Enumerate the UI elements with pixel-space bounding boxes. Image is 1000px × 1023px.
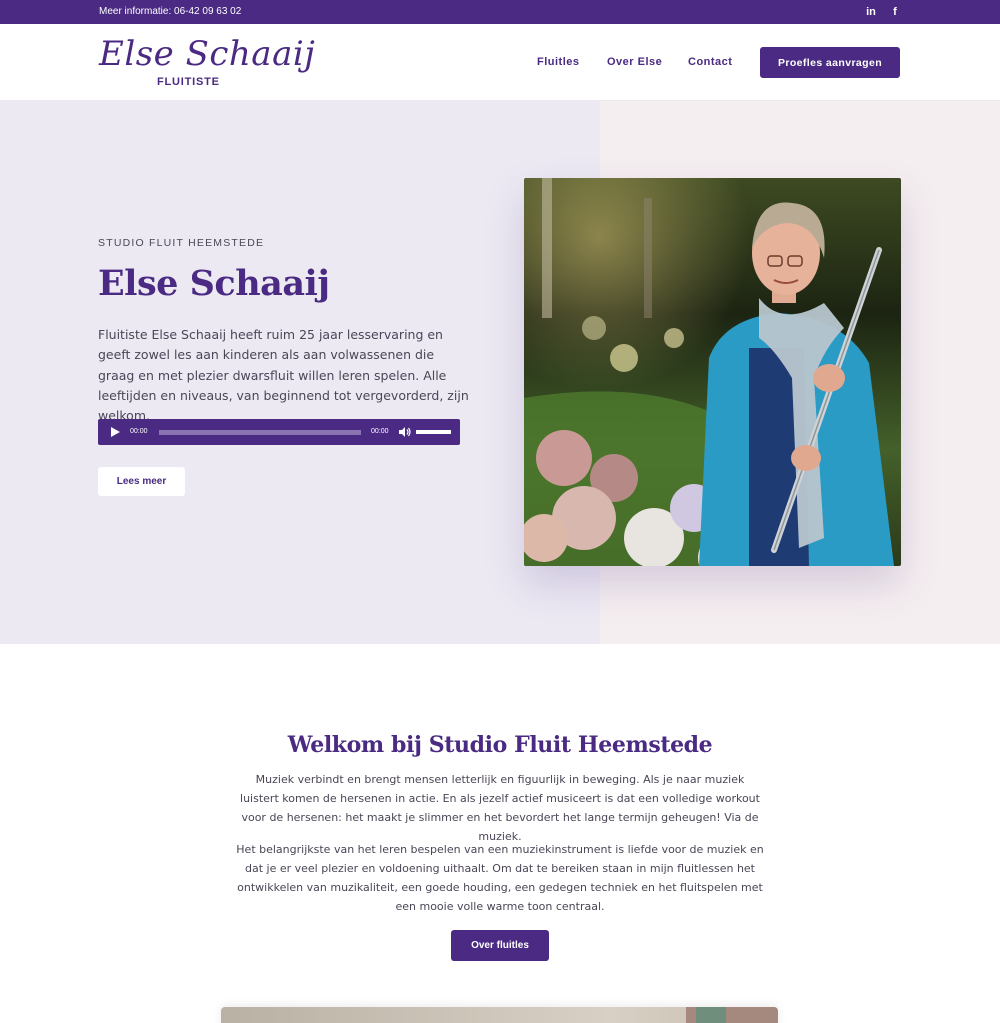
hero-eyebrow: STUDIO FLUIT HEEMSTEDE bbox=[98, 237, 265, 249]
play-icon[interactable] bbox=[111, 427, 120, 437]
portrait-image bbox=[524, 178, 901, 566]
portrait-photo bbox=[524, 178, 901, 566]
contact-info-text: Meer informatie: 06-42 09 63 02 bbox=[99, 6, 242, 17]
audio-duration: 00:00 bbox=[371, 428, 389, 435]
proefles-button[interactable]: Proefles aanvragen bbox=[760, 47, 900, 78]
welcome-paragraph-1: Muziek verbindt en brengt mensen letterl… bbox=[240, 773, 760, 843]
over-fluitles-button[interactable]: Over fluitles bbox=[451, 930, 549, 961]
top-info-bar: Meer informatie: 06-42 09 63 02 in f bbox=[0, 0, 1000, 24]
logo-subtitle: FLUITISTE bbox=[157, 76, 220, 88]
audio-current-time: 00:00 bbox=[130, 428, 148, 435]
site-header: Else Schaaij FLUITISTE Fluitles Over Els… bbox=[0, 24, 1000, 101]
audio-player: 00:00 00:00 bbox=[98, 419, 460, 445]
section-image-preview bbox=[221, 1007, 778, 1023]
linkedin-icon[interactable]: in bbox=[864, 4, 878, 20]
nav-fluitles[interactable]: Fluitles bbox=[537, 56, 580, 68]
volume-icon[interactable] bbox=[399, 426, 411, 438]
audio-progress-bar[interactable] bbox=[159, 430, 361, 435]
facebook-icon[interactable]: f bbox=[888, 4, 902, 20]
hero-title: Else Schaaij bbox=[98, 263, 330, 304]
welcome-title: Welkom bij Studio Fluit Heemstede bbox=[287, 732, 713, 758]
section-image bbox=[221, 1007, 778, 1023]
hero-intro-text: Fluitiste Else Schaaij heeft ruim 25 jaa… bbox=[98, 327, 469, 424]
hero-section: STUDIO FLUIT HEEMSTEDE Else Schaaij Flui… bbox=[0, 101, 1000, 644]
read-more-button[interactable]: Lees meer bbox=[98, 467, 185, 496]
nav-contact[interactable]: Contact bbox=[688, 56, 732, 68]
logo[interactable]: Else Schaaij bbox=[99, 34, 315, 74]
volume-slider[interactable] bbox=[416, 430, 451, 434]
nav-over-else[interactable]: Over Else bbox=[607, 56, 662, 68]
welcome-paragraph-2: Het belangrijkste van het leren bespelen… bbox=[236, 843, 764, 913]
